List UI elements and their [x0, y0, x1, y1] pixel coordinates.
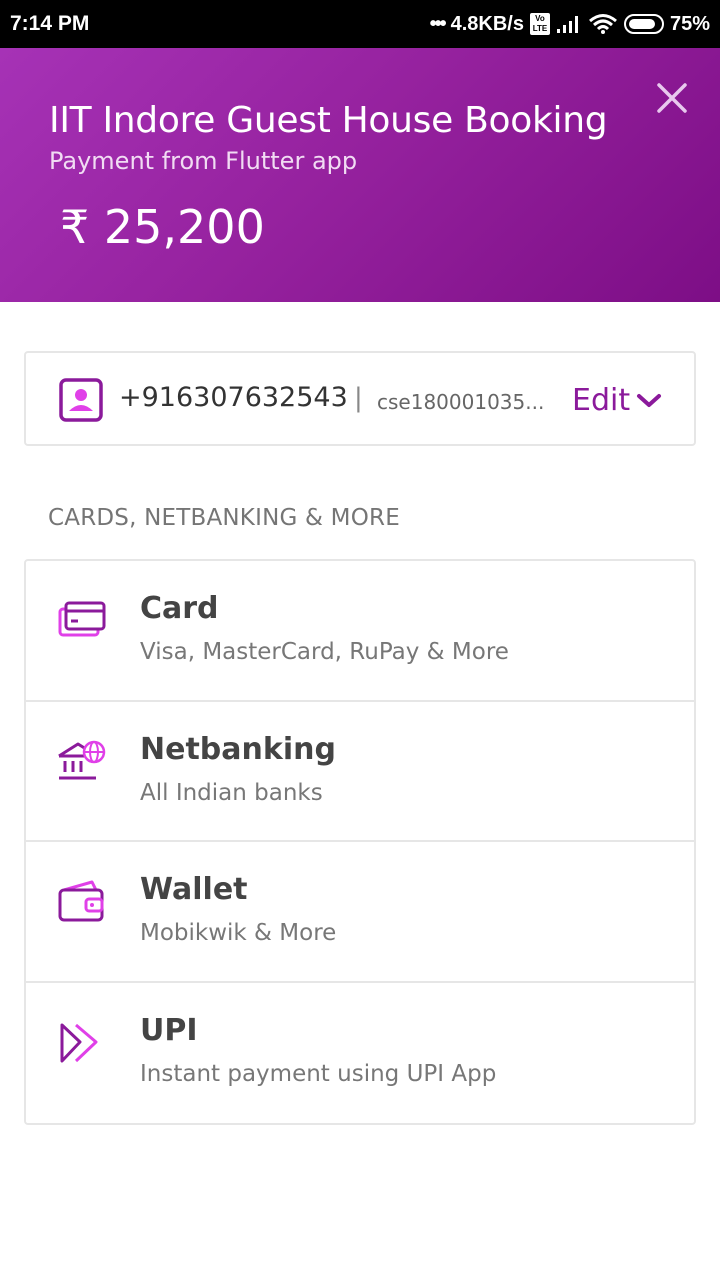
payment-method-upi[interactable]: UPI Instant payment using UPI App: [26, 983, 694, 1124]
status-indicators: ••• 4.8KB/s Vo LTE 75%: [430, 13, 710, 36]
method-title: UPI: [140, 1012, 198, 1048]
edit-label: Edit: [572, 383, 631, 418]
wifi-icon: [589, 14, 617, 34]
contact-email: cse180001035...: [377, 390, 545, 414]
method-description: Visa, MasterCard, RuPay & More: [140, 639, 509, 665]
status-time: 7:14 PM: [10, 12, 90, 35]
payment-header: IIT Indore Guest House Booking Payment f…: [0, 48, 720, 302]
signal-icon: [556, 16, 578, 33]
chevron-down-icon: [637, 393, 662, 407]
method-description: All Indian banks: [140, 779, 323, 806]
method-description: Mobikwik & More: [140, 920, 337, 946]
merchant-title: IIT Indore Guest House Booking: [49, 100, 608, 141]
payment-method-card[interactable]: Card Visa, MasterCard, RuPay & More: [26, 561, 694, 702]
method-title: Card: [140, 591, 219, 626]
upi-icon: [60, 1023, 98, 1062]
battery-percent: 75%: [669, 12, 710, 35]
contact-phone: +916307632543: [119, 382, 348, 413]
battery-icon: [623, 14, 664, 34]
card-icon: [58, 601, 106, 637]
contact-details[interactable]: +916307632543 | cse180001035... Edit: [24, 351, 696, 446]
network-speed: 4.8KB/s: [450, 12, 524, 35]
method-title: Wallet: [140, 872, 248, 907]
wallet-icon: [58, 880, 104, 922]
status-bar: 7:14 PM ••• 4.8KB/s Vo LTE 75%: [0, 0, 720, 48]
bank-icon: [58, 740, 106, 779]
payment-methods-list: Card Visa, MasterCard, RuPay & More Netb…: [24, 559, 696, 1125]
payment-amount: ₹ 25,200: [60, 200, 265, 254]
contact-icon: [59, 378, 103, 422]
close-icon[interactable]: [652, 78, 692, 118]
section-heading: CARDS, NETBANKING & MORE: [48, 505, 400, 531]
method-description: Instant payment using UPI App: [140, 1060, 497, 1087]
payment-method-wallet[interactable]: Wallet Mobikwik & More: [26, 842, 694, 983]
edit-contact-button[interactable]: Edit: [572, 383, 662, 418]
payment-description: Payment from Flutter app: [49, 147, 358, 175]
method-title: Netbanking: [140, 731, 336, 767]
payment-method-netbanking[interactable]: Netbanking All Indian banks: [26, 702, 694, 842]
more-dots-icon: •••: [429, 12, 447, 35]
contact-separator: |: [354, 383, 363, 413]
volte-icon: Vo LTE: [529, 13, 550, 35]
